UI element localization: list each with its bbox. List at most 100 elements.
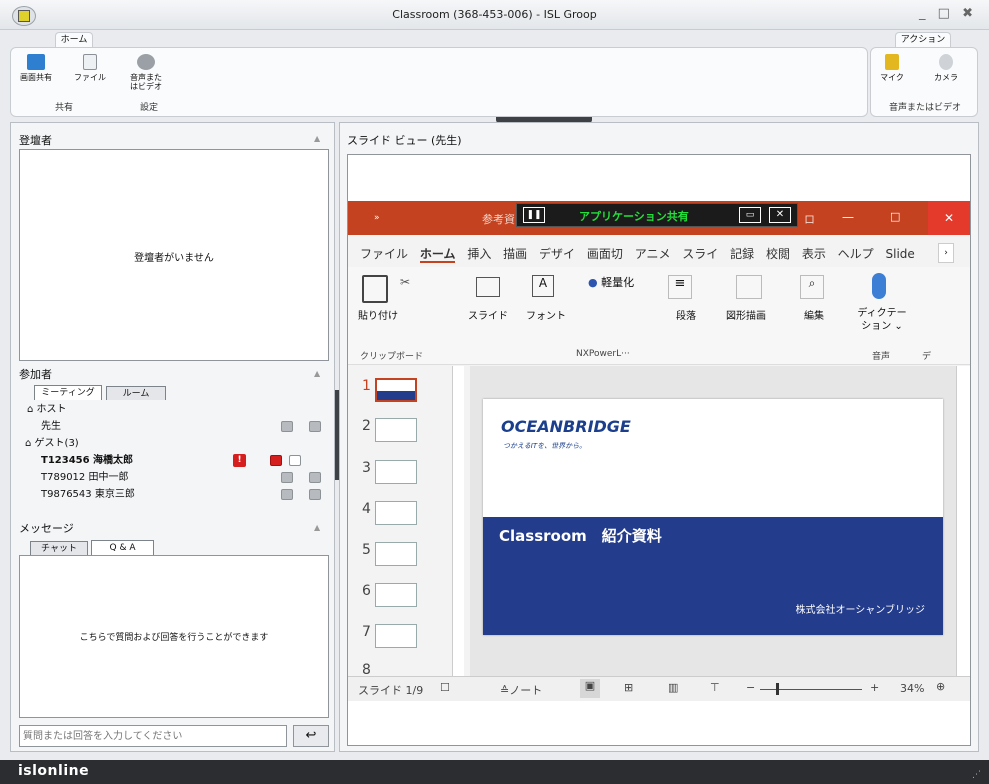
- slide-counter: スライド 1/9: [358, 684, 424, 697]
- window-mode-icon[interactable]: ▭: [739, 207, 761, 223]
- stop-share-icon[interactable]: ✕: [769, 207, 791, 223]
- group-settings-label: 設定: [140, 103, 159, 113]
- ppt-menu-transitions[interactable]: 画面切: [587, 247, 623, 261]
- tab-room[interactable]: ルーム: [106, 386, 166, 400]
- chat-icon[interactable]: [309, 421, 321, 432]
- tab-meeting[interactable]: ミーティング: [34, 385, 102, 400]
- slide-thumbnail-5[interactable]: [375, 542, 417, 566]
- slide-thumbnail-1[interactable]: [375, 378, 417, 402]
- zoom-in-icon[interactable]: +: [870, 681, 879, 694]
- drawing-label[interactable]: 図形描画: [726, 307, 766, 322]
- slide-thumbnail-7[interactable]: [375, 624, 417, 648]
- ppt-menu-bar: ファイル ホーム 挿入 描画 デザイ 画面切 アニメ スライ 記録 校閲 表示 …: [360, 245, 923, 263]
- alert-icon[interactable]: !: [233, 454, 246, 467]
- slide-icon[interactable]: [476, 277, 500, 297]
- ppt-expand-icon[interactable]: »: [374, 213, 380, 223]
- participant-row-guest-1[interactable]: T123456 海橋太郎 !: [41, 453, 353, 469]
- normal-view-icon[interactable]: ▣: [580, 679, 600, 698]
- ppt-menu-slideshow[interactable]: スライ: [682, 247, 718, 261]
- tab-action[interactable]: アクション: [895, 32, 951, 48]
- chat-icon[interactable]: [309, 472, 321, 483]
- ppt-close-icon[interactable]: ✕: [928, 201, 970, 235]
- zoom-out-icon[interactable]: −: [746, 681, 755, 694]
- ppt-minimize-icon[interactable]: —: [842, 210, 854, 224]
- qa-input[interactable]: [19, 725, 287, 747]
- slide-thumbnail-4[interactable]: [375, 501, 417, 525]
- file-label: ファイル: [74, 73, 106, 82]
- send-button[interactable]: ↩: [293, 725, 329, 747]
- paragraph-label[interactable]: 段落: [676, 307, 696, 322]
- screen-share-button[interactable]: 画面共有: [17, 54, 55, 82]
- reading-view-icon[interactable]: ▥: [668, 681, 678, 694]
- thumb-number: 6: [362, 583, 371, 599]
- thumbnail-scrollbar[interactable]: [452, 366, 464, 676]
- ppt-menu-record[interactable]: 記録: [730, 247, 754, 261]
- tab-qa[interactable]: Q & A: [91, 540, 154, 555]
- slide-sorter-icon[interactable]: ⊞: [624, 681, 633, 694]
- slide-thumbnail-6[interactable]: [375, 583, 417, 607]
- participants-collapse-icon[interactable]: ▲: [314, 369, 320, 378]
- participant-row-guest-2[interactable]: T789012 田中一郎: [41, 470, 353, 486]
- ppt-menu-design[interactable]: デザイ: [539, 247, 575, 261]
- ppt-menu-slide[interactable]: Slide: [886, 247, 915, 261]
- avatar-icon[interactable]: [289, 455, 301, 466]
- font-label[interactable]: フォント: [526, 307, 566, 322]
- slide-tagline: つかえるITを、世界から。: [503, 442, 587, 450]
- font-icon[interactable]: A: [532, 275, 554, 297]
- raise-hand-icon[interactable]: [281, 472, 293, 483]
- ppt-menu-insert[interactable]: 挿入: [467, 247, 491, 261]
- notes-button[interactable]: ≙ノート: [500, 682, 542, 698]
- raise-hand-icon[interactable]: [281, 421, 293, 432]
- ppt-menu-help[interactable]: ヘルプ: [838, 247, 874, 261]
- nx-compress-button[interactable]: ● 軽量化: [588, 274, 634, 290]
- ppt-menu-view[interactable]: 表示: [802, 247, 826, 261]
- file-button[interactable]: ファイル: [71, 54, 109, 82]
- ppt-menu-scroll-icon[interactable]: ›: [938, 243, 954, 263]
- tab-home[interactable]: ホーム: [55, 32, 93, 48]
- thumb-number: 7: [362, 624, 371, 640]
- paragraph-icon[interactable]: ≡: [668, 275, 692, 299]
- participant-row-guest-3[interactable]: T9876543 東京三郎: [41, 487, 353, 503]
- zoom-slider-thumb[interactable]: [776, 683, 780, 695]
- registrants-collapse-icon[interactable]: ▲: [314, 134, 320, 143]
- paste-icon[interactable]: [362, 275, 388, 303]
- raise-hand-active-icon[interactable]: [270, 455, 282, 466]
- participant-name: 先生: [41, 421, 61, 432]
- messages-collapse-icon[interactable]: ▲: [314, 523, 320, 532]
- presenter-view-icon[interactable]: ⊤: [710, 681, 720, 694]
- tab-chat[interactable]: チャット: [30, 541, 88, 555]
- slide-thumbnail-3[interactable]: [375, 460, 417, 484]
- edit-label[interactable]: 編集: [804, 307, 824, 322]
- resize-grip-icon[interactable]: ⋰: [972, 770, 981, 780]
- camera-button[interactable]: カメラ: [927, 54, 965, 82]
- group-share-label: 共有: [55, 103, 74, 113]
- ppt-menu-review[interactable]: 校閲: [766, 247, 790, 261]
- current-slide[interactable]: OCEANBRIDGE つかえるITを、世界から。 Classroom 紹介資料…: [483, 399, 943, 635]
- paste-label[interactable]: 貼り付け: [358, 307, 398, 322]
- cut-icon[interactable]: ✂: [400, 275, 410, 289]
- ppt-menu-file[interactable]: ファイル: [360, 247, 408, 261]
- pause-icon[interactable]: ❚❚: [523, 207, 545, 223]
- dictate-label[interactable]: ディクテー ション ⌄: [854, 307, 910, 333]
- audio-video-settings-button[interactable]: 音声また はビデオ: [127, 54, 165, 91]
- slide-scrollbar[interactable]: [956, 366, 970, 676]
- extra-group-label: デ: [922, 352, 932, 362]
- window-controls[interactable]: _ □ ✖: [919, 6, 977, 21]
- slide-thumbnail-2[interactable]: [375, 418, 417, 442]
- ppt-menu-home[interactable]: ホーム: [419, 247, 456, 263]
- drawing-icon[interactable]: [736, 275, 762, 299]
- ppt-maximize-icon[interactable]: □: [890, 210, 900, 223]
- accessibility-icon[interactable]: ☐: [440, 681, 450, 694]
- search-icon[interactable]: ⌕: [800, 275, 824, 299]
- raise-hand-icon[interactable]: [281, 489, 293, 500]
- mic-button[interactable]: マイク: [873, 54, 911, 82]
- ppt-menu-animations[interactable]: アニメ: [635, 247, 671, 261]
- chat-icon[interactable]: [309, 489, 321, 500]
- participant-row-host[interactable]: 先生: [41, 419, 353, 435]
- zoom-slider[interactable]: [760, 689, 862, 690]
- fit-to-window-icon[interactable]: ⊕: [936, 680, 945, 693]
- ppt-menu-draw[interactable]: 描画: [503, 247, 527, 261]
- slide-label[interactable]: スライド: [468, 307, 508, 322]
- dictate-mic-icon[interactable]: [872, 273, 886, 299]
- shared-ppt-window[interactable]: » 参考資 ロ — □ ✕ ファイル ホーム 挿入 描画 デザイ 画面切 アニメ…: [348, 201, 970, 701]
